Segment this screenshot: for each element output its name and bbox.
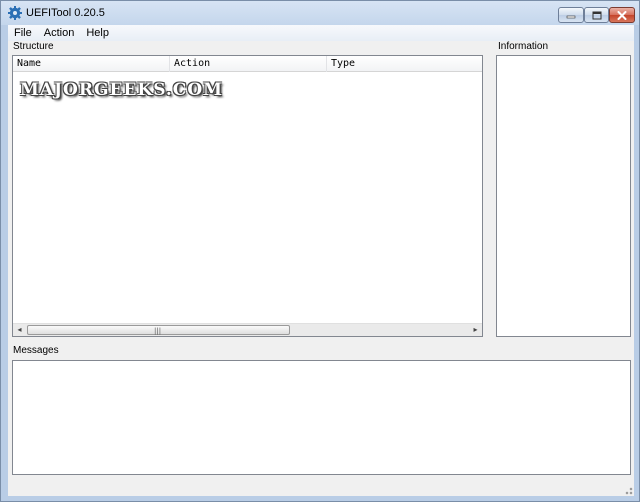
menu-action[interactable]: Action (38, 25, 81, 41)
menu-bar: File Action Help (8, 25, 634, 41)
title-bar[interactable]: UEFITool 0.20.5 (1, 1, 639, 25)
watermark-logo: MAJORGEEKS.COM (20, 80, 223, 100)
information-label: Information (498, 41, 549, 52)
close-icon (617, 10, 627, 20)
maximize-icon (592, 11, 601, 19)
column-header-action[interactable]: Action (170, 56, 327, 72)
messages-list[interactable] (12, 360, 631, 475)
scroll-left-arrow-icon[interactable]: ◂ (13, 324, 26, 336)
gear-icon (8, 6, 22, 20)
window-title: UEFITool 0.20.5 (26, 7, 105, 19)
menu-file[interactable]: File (8, 25, 38, 41)
horizontal-splitter[interactable] (8, 337, 634, 345)
column-header-name[interactable]: Name (13, 56, 170, 72)
minimize-button[interactable] (558, 7, 584, 23)
structure-horizontal-scrollbar[interactable]: ◂ ||| ▸ (13, 323, 482, 336)
scroll-right-arrow-icon[interactable]: ▸ (469, 324, 482, 336)
scroll-thumb-grip: ||| (154, 327, 162, 335)
structure-header: Name Action Type (13, 56, 482, 72)
minimize-icon (566, 15, 576, 19)
menu-help[interactable]: Help (80, 25, 115, 41)
close-button[interactable] (609, 7, 635, 23)
column-header-type[interactable]: Type (327, 56, 482, 72)
vertical-splitter[interactable] (484, 41, 496, 337)
scroll-thumb[interactable]: ||| (27, 325, 290, 335)
status-bar (8, 477, 634, 496)
information-panel[interactable] (496, 55, 631, 337)
messages-label: Messages (13, 345, 59, 356)
size-grip-icon[interactable] (622, 484, 634, 496)
structure-label: Structure (13, 41, 54, 52)
maximize-button[interactable] (584, 7, 609, 23)
app-window: UEFITool 0.20.5 File Action Help Structu… (0, 0, 640, 502)
